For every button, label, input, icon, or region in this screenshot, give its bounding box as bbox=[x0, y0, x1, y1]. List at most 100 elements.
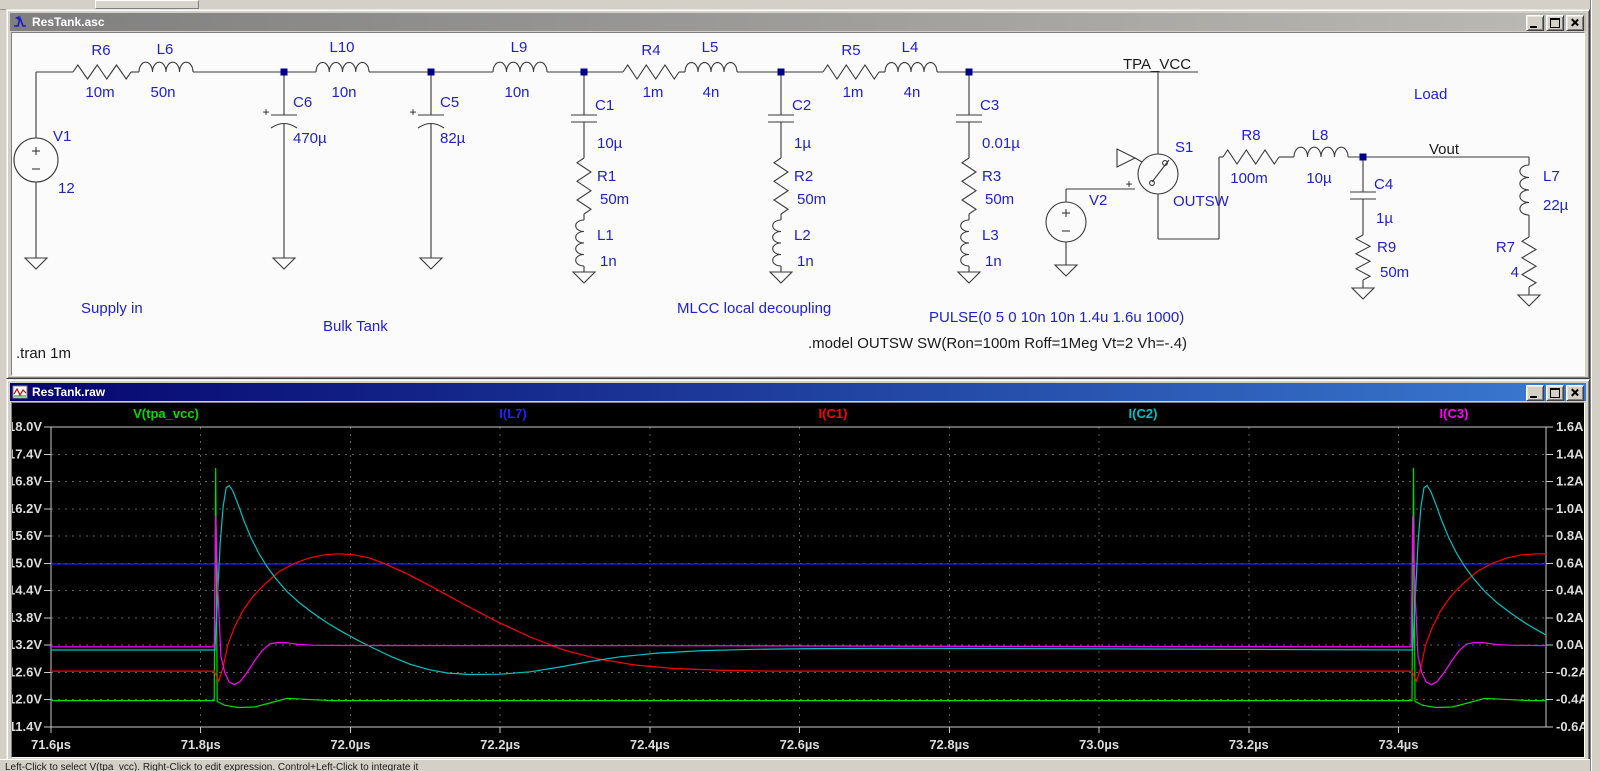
ground-icon bbox=[1518, 295, 1540, 306]
component-ref: L10 bbox=[329, 39, 354, 56]
plot-canvas[interactable]: 18.0V17.4V16.8V16.2V15.6V15.0V14.4V13.8V… bbox=[11, 402, 1585, 758]
app-right-border bbox=[1590, 0, 1600, 771]
maximize-button[interactable] bbox=[1546, 385, 1564, 401]
component-ref: L9 bbox=[511, 39, 528, 56]
component-L9[interactable] bbox=[493, 62, 547, 72]
x-axis-tick-label: 72.6µs bbox=[780, 737, 820, 752]
component-S1[interactable]: + bbox=[1117, 149, 1178, 194]
comment-label: Bulk Tank bbox=[323, 318, 388, 335]
component-ref: L1 bbox=[597, 227, 614, 244]
component-L8[interactable] bbox=[1294, 147, 1348, 157]
component-R3[interactable] bbox=[962, 158, 976, 214]
ground-icon bbox=[573, 272, 595, 283]
legend-I(L7)[interactable]: I(L7) bbox=[499, 406, 526, 421]
component-R9[interactable] bbox=[1356, 235, 1370, 280]
component-value: 1n bbox=[797, 253, 814, 270]
x-axis-tick-label: 72.2µs bbox=[480, 737, 520, 752]
component-value: PULSE(0 5 0 10n 10n 1.4u 1.6u 1000) bbox=[929, 309, 1184, 326]
minimize-icon bbox=[1530, 26, 1537, 28]
component-R4[interactable] bbox=[623, 65, 679, 79]
right-axis-tick-label: -0.4A bbox=[1556, 692, 1584, 707]
component-ref: R3 bbox=[982, 168, 1001, 185]
component-ref: R2 bbox=[794, 168, 813, 185]
ground-icon bbox=[420, 258, 442, 269]
x-axis-tick-label: 72.4µs bbox=[630, 737, 670, 752]
minimize-button[interactable] bbox=[1526, 15, 1544, 31]
component-value: 50m bbox=[1380, 264, 1409, 281]
maximize-button[interactable] bbox=[1546, 15, 1564, 31]
component-value: 1µ bbox=[1376, 210, 1393, 227]
waveform-titlebar[interactable]: ResTank.raw bbox=[10, 383, 1586, 401]
comment-label: Load bbox=[1414, 86, 1447, 103]
legend-I(C2)[interactable]: I(C2) bbox=[1129, 406, 1158, 421]
component-value: 1m bbox=[843, 84, 864, 101]
x-axis-tick-label: 72.0µs bbox=[330, 737, 370, 752]
component-R6[interactable] bbox=[73, 65, 131, 79]
component-value: 22µ bbox=[1543, 197, 1569, 214]
component-L2[interactable] bbox=[773, 220, 781, 266]
minimize-icon bbox=[1530, 396, 1537, 398]
component-V2[interactable] bbox=[1046, 202, 1086, 242]
component-ref: L4 bbox=[902, 39, 919, 56]
component-C5[interactable]: + bbox=[409, 105, 444, 128]
left-axis-tick-label: 12.6V bbox=[12, 664, 42, 679]
junction-dot bbox=[1360, 154, 1367, 161]
x-axis-tick-label: 73.2µs bbox=[1229, 737, 1269, 752]
component-R1[interactable] bbox=[577, 158, 591, 214]
schematic-window-title: ResTank.asc bbox=[32, 15, 105, 29]
net-label: Vout bbox=[1429, 141, 1460, 158]
component-C2[interactable] bbox=[768, 115, 794, 128]
junction-dot bbox=[428, 69, 435, 76]
component-ref: L7 bbox=[1543, 168, 1560, 185]
component-value: 50m bbox=[600, 191, 629, 208]
component-R2[interactable] bbox=[774, 158, 788, 214]
component-value: 1m bbox=[643, 84, 664, 101]
component-C3[interactable] bbox=[956, 115, 982, 128]
close-icon bbox=[1567, 16, 1583, 30]
component-L7[interactable] bbox=[1520, 165, 1529, 215]
component-L4[interactable] bbox=[885, 63, 937, 72]
component-ref: L8 bbox=[1312, 127, 1329, 144]
x-axis-tick-label: 73.0µs bbox=[1079, 737, 1119, 752]
legend-V(tpa_vcc)[interactable]: V(tpa_vcc) bbox=[133, 406, 199, 421]
legend-I(C1)[interactable]: I(C1) bbox=[819, 406, 848, 421]
component-L5[interactable] bbox=[685, 63, 737, 72]
comment-label: MLCC local decoupling bbox=[677, 300, 831, 317]
close-button[interactable] bbox=[1566, 15, 1584, 31]
legend-I(C3)[interactable]: I(C3) bbox=[1440, 406, 1469, 421]
component-C1[interactable] bbox=[571, 115, 597, 128]
close-button[interactable] bbox=[1566, 385, 1584, 401]
component-ref: C4 bbox=[1374, 176, 1393, 193]
junction-dot bbox=[281, 69, 288, 76]
comment-label: Supply in bbox=[81, 300, 143, 317]
component-ref: L3 bbox=[982, 227, 999, 244]
component-R5[interactable] bbox=[823, 65, 879, 79]
component-L6[interactable] bbox=[139, 62, 193, 72]
left-axis-tick-label: 13.8V bbox=[12, 610, 42, 625]
component-R8[interactable] bbox=[1223, 150, 1279, 164]
schematic-canvas[interactable]: R610mL650nL1010nL910nR41mL54nR51mL44nR81… bbox=[11, 32, 1585, 376]
spice-directive: .tran 1m bbox=[16, 345, 71, 362]
component-R7[interactable] bbox=[1522, 237, 1536, 287]
minimize-button[interactable] bbox=[1526, 385, 1544, 401]
component-value: 50n bbox=[150, 84, 175, 101]
component-C6[interactable]: + bbox=[262, 105, 297, 128]
component-L1[interactable] bbox=[576, 220, 584, 266]
component-C4[interactable] bbox=[1350, 192, 1376, 205]
component-ref: R1 bbox=[597, 168, 616, 185]
right-axis-tick-label: 1.0A bbox=[1556, 501, 1584, 516]
schematic-titlebar[interactable]: ResTank.asc bbox=[10, 13, 1586, 31]
ground-icon bbox=[770, 272, 792, 283]
left-axis-tick-label: 17.4V bbox=[12, 446, 42, 461]
component-L3[interactable] bbox=[961, 220, 969, 266]
ground-icon bbox=[1352, 288, 1374, 299]
trace-I(C3)[interactable] bbox=[51, 516, 1546, 685]
component-V1[interactable] bbox=[14, 138, 58, 182]
component-value: 12 bbox=[58, 180, 75, 197]
waveform-icon bbox=[12, 385, 28, 399]
left-axis-tick-label: 13.2V bbox=[12, 637, 42, 652]
component-value: 4n bbox=[703, 84, 720, 101]
component-value: 10m bbox=[85, 84, 114, 101]
left-axis-tick-label: 15.6V bbox=[12, 528, 42, 543]
component-L10[interactable] bbox=[316, 62, 369, 72]
